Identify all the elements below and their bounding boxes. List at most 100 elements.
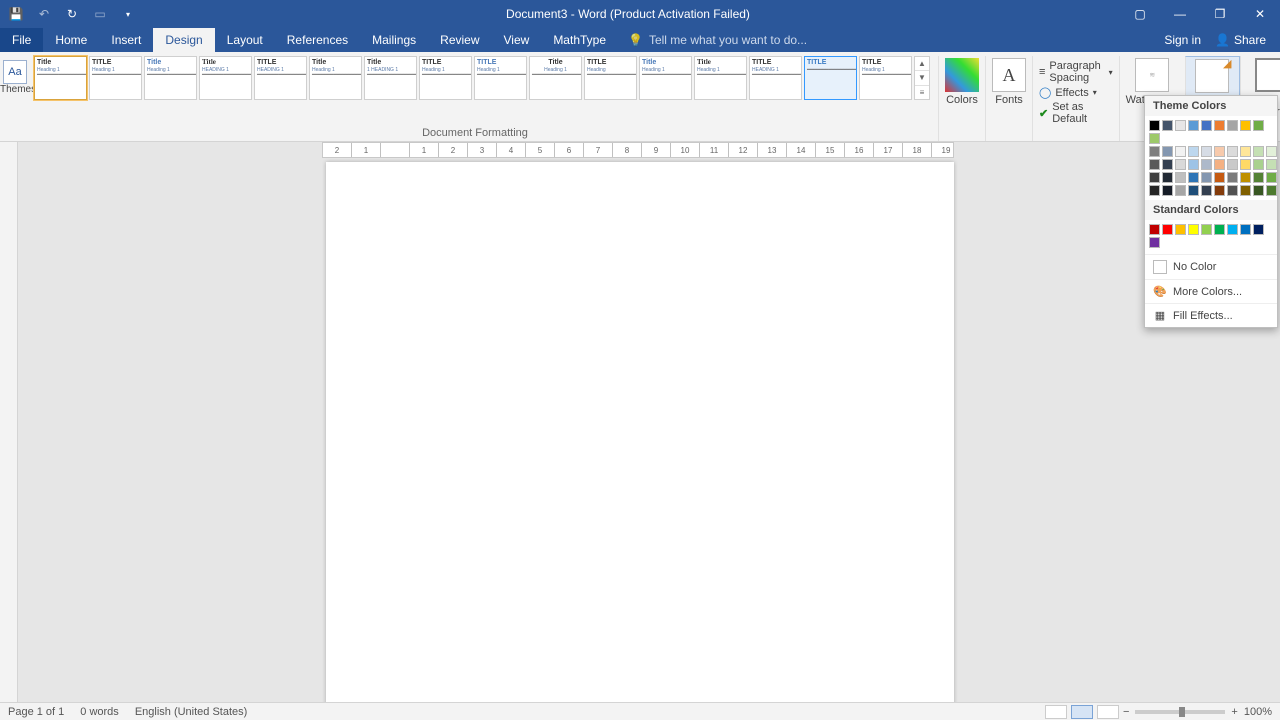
zoom-out-button[interactable]: − [1123, 706, 1129, 718]
color-swatch[interactable] [1227, 146, 1238, 157]
fill-effects-option[interactable]: ▦Fill Effects... [1145, 303, 1277, 327]
color-swatch[interactable] [1214, 172, 1225, 183]
color-swatch[interactable] [1162, 172, 1173, 183]
gallery-more-icon[interactable]: ≡ [915, 86, 929, 99]
color-swatch[interactable] [1162, 146, 1173, 157]
color-swatch[interactable] [1188, 185, 1199, 196]
color-swatch[interactable] [1149, 237, 1160, 248]
color-swatch[interactable] [1149, 120, 1160, 131]
close-button[interactable]: ✕ [1240, 0, 1280, 28]
color-swatch[interactable] [1149, 185, 1160, 196]
undo-icon[interactable]: ↶ [36, 6, 52, 22]
color-swatch[interactable] [1227, 159, 1238, 170]
color-swatch[interactable] [1266, 159, 1277, 170]
color-swatch[interactable] [1227, 224, 1238, 235]
color-swatch[interactable] [1175, 224, 1186, 235]
color-swatch[interactable] [1201, 185, 1212, 196]
color-swatch[interactable] [1149, 172, 1160, 183]
style-thumb[interactable]: TITLEHeading 1━━━━━━━━━━━━━━━━━━━━━━━━━━… [419, 56, 472, 100]
more-colors-option[interactable]: 🎨More Colors... [1145, 279, 1277, 303]
color-swatch[interactable] [1162, 120, 1173, 131]
color-swatch[interactable] [1253, 224, 1264, 235]
zoom-level[interactable]: 100% [1244, 706, 1272, 718]
colors-button[interactable]: Colors [938, 56, 985, 141]
effects-button[interactable]: ◯Effects▾ [1039, 86, 1097, 99]
color-swatch[interactable] [1240, 185, 1251, 196]
style-thumb[interactable]: TITLEHEADING 1━━━━━━━━━━━━━━━━━━━━━━━━━━… [254, 56, 307, 100]
color-swatch[interactable] [1214, 224, 1225, 235]
vertical-ruler[interactable] [0, 142, 18, 702]
word-count[interactable]: 0 words [80, 706, 119, 718]
color-swatch[interactable] [1175, 185, 1186, 196]
tab-mathtype[interactable]: MathType [541, 28, 618, 52]
color-swatch[interactable] [1175, 146, 1186, 157]
color-swatch[interactable] [1175, 159, 1186, 170]
color-swatch[interactable] [1149, 159, 1160, 170]
style-thumb[interactable]: TitleHEADING 1━━━━━━━━━━━━━━━━━━━━━━━━━━… [199, 56, 252, 100]
fonts-button[interactable]: A Fonts [985, 56, 1032, 141]
color-swatch[interactable] [1227, 172, 1238, 183]
color-swatch[interactable] [1188, 146, 1199, 157]
page-indicator[interactable]: Page 1 of 1 [8, 706, 64, 718]
color-swatch[interactable] [1201, 224, 1212, 235]
color-swatch[interactable] [1162, 159, 1173, 170]
color-swatch[interactable] [1214, 120, 1225, 131]
style-thumb[interactable]: TITLEHeading 1━━━━━━━━━━━━━━━━━━━━━━━━━━… [89, 56, 142, 100]
share-button[interactable]: 👤Share [1215, 33, 1266, 47]
color-swatch[interactable] [1149, 146, 1160, 157]
language-indicator[interactable]: English (United States) [135, 706, 248, 718]
color-swatch[interactable] [1227, 120, 1238, 131]
color-swatch[interactable] [1266, 185, 1277, 196]
style-thumb[interactable]: TITLEHeading━━━━━━━━━━━━━━━━━━━━━━━━━━━━ [584, 56, 637, 100]
tab-file[interactable]: File [0, 28, 43, 52]
tab-mailings[interactable]: Mailings [360, 28, 428, 52]
color-swatch[interactable] [1253, 159, 1264, 170]
minimize-button[interactable]: — [1160, 0, 1200, 28]
color-swatch[interactable] [1201, 172, 1212, 183]
web-layout-button[interactable] [1097, 705, 1119, 719]
tab-insert[interactable]: Insert [99, 28, 153, 52]
color-swatch[interactable] [1188, 172, 1199, 183]
redo-icon[interactable]: ↻ [64, 6, 80, 22]
chevron-up-icon[interactable]: ▲ [915, 57, 929, 71]
style-thumb[interactable]: TITLE━━━━━━━━━━━━━━━━━━━━━━━━━━━━━━━━━━━… [804, 56, 857, 100]
color-swatch[interactable] [1188, 159, 1199, 170]
style-thumb[interactable]: TitleHeading 1━━━━━━━━━━━━━━━━━━━━━━━━━━… [694, 56, 747, 100]
color-swatch[interactable] [1214, 159, 1225, 170]
tab-layout[interactable]: Layout [215, 28, 275, 52]
zoom-in-button[interactable]: + [1231, 706, 1237, 718]
color-swatch[interactable] [1253, 146, 1264, 157]
tab-references[interactable]: References [275, 28, 360, 52]
style-thumb[interactable]: TitleHeading 1━━━━━━━━━━━━━━━━━━━━━━━━━━… [529, 56, 582, 100]
set-default-button[interactable]: ✔Set as Default [1039, 101, 1113, 125]
color-swatch[interactable] [1240, 120, 1251, 131]
paragraph-spacing-button[interactable]: ≡Paragraph Spacing▾ [1039, 60, 1113, 84]
color-swatch[interactable] [1214, 146, 1225, 157]
color-swatch[interactable] [1240, 159, 1251, 170]
save-icon[interactable]: 💾 [8, 6, 24, 22]
color-swatch[interactable] [1162, 224, 1173, 235]
color-swatch[interactable] [1201, 146, 1212, 157]
style-thumb[interactable]: TitleHeading 1━━━━━━━━━━━━━━━━━━━━━━━━━━… [34, 56, 87, 100]
print-layout-button[interactable] [1071, 705, 1093, 719]
color-swatch[interactable] [1240, 172, 1251, 183]
color-swatch[interactable] [1149, 224, 1160, 235]
style-thumb[interactable]: TITLEHeading 1━━━━━━━━━━━━━━━━━━━━━━━━━━… [859, 56, 912, 100]
color-swatch[interactable] [1175, 172, 1186, 183]
themes-button[interactable]: Aa Themes [0, 56, 30, 141]
color-swatch[interactable] [1149, 133, 1160, 144]
style-thumb[interactable]: TitleHeading 1━━━━━━━━━━━━━━━━━━━━━━━━━━… [639, 56, 692, 100]
style-thumb[interactable]: Title1 HEADING 1━━━━━━━━━━━━━━━━━━━━━━━━… [364, 56, 417, 100]
color-swatch[interactable] [1266, 172, 1277, 183]
style-thumb[interactable]: TitleHeading 1━━━━━━━━━━━━━━━━━━━━━━━━━━… [309, 56, 362, 100]
qat-more-icon[interactable]: ▾ [120, 6, 136, 22]
document-page[interactable] [326, 162, 954, 702]
chevron-down-icon[interactable]: ▼ [915, 71, 929, 85]
color-swatch[interactable] [1188, 120, 1199, 131]
tell-me-box[interactable]: 💡 Tell me what you want to do... [618, 28, 1164, 52]
color-swatch[interactable] [1214, 185, 1225, 196]
color-swatch[interactable] [1240, 146, 1251, 157]
ribbon-display-icon[interactable]: ▢ [1120, 0, 1160, 28]
color-swatch[interactable] [1253, 172, 1264, 183]
touch-mode-icon[interactable]: ▭ [92, 6, 108, 22]
